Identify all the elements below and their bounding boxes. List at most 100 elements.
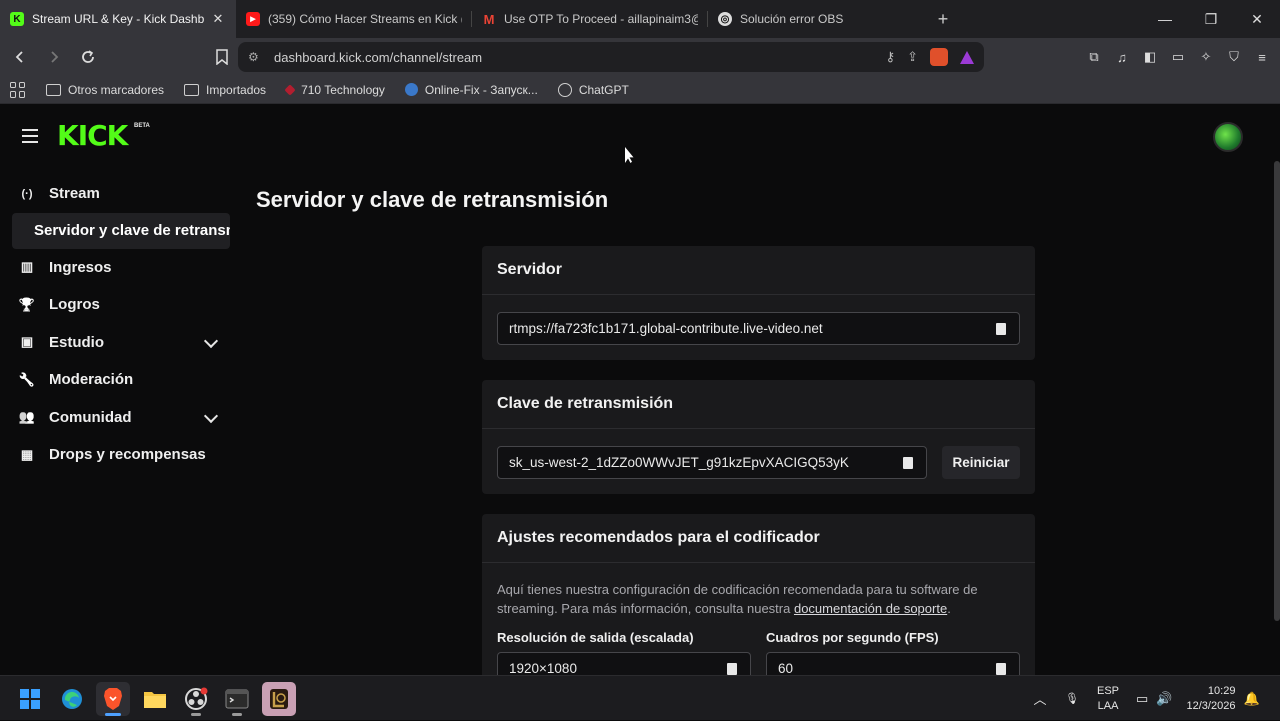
sidebar-item-estudio[interactable]: ▣ Estudio xyxy=(0,324,240,362)
reset-key-button[interactable]: Reiniciar xyxy=(942,446,1020,479)
kick-dashboard-page: KICK BETA (·) Stream Servidor y clave de… xyxy=(0,105,1280,685)
edge-taskbar-button[interactable] xyxy=(55,682,89,716)
community-icon: 👥 xyxy=(18,409,36,425)
site-settings-icon[interactable]: ⚙ xyxy=(248,50,270,64)
language-indicator[interactable]: ESP LAA xyxy=(1097,684,1119,714)
tab-kick-dashboard[interactable]: K Stream URL & Key - Kick Dashbo ✕ xyxy=(0,0,236,38)
folder-icon xyxy=(144,692,166,708)
fps-label: Cuadros por segundo (FPS) xyxy=(766,630,939,645)
bookmark-importados[interactable]: Importados xyxy=(184,83,266,97)
vpn-icon[interactable]: ⛉ xyxy=(1224,47,1244,67)
network-icon[interactable]: ▭ xyxy=(1136,691,1148,707)
bookmark-icon xyxy=(216,49,228,65)
sidebar-item-moderacion[interactable]: 🔧 Moderación xyxy=(0,361,240,399)
obs-taskbar-button[interactable] xyxy=(179,682,213,716)
support-docs-link[interactable]: documentación de soporte xyxy=(794,601,947,616)
mouse-cursor-icon xyxy=(625,147,634,163)
hamburger-menu-icon[interactable] xyxy=(22,129,38,147)
kick-logo[interactable]: KICK xyxy=(57,119,128,152)
brave-icon xyxy=(104,688,122,710)
sidebar-item-server-key[interactable]: Servidor y clave de retransmisión xyxy=(12,212,230,249)
wallet-icon[interactable]: ▭ xyxy=(1168,47,1188,67)
chevron-down-icon[interactable] xyxy=(203,408,219,423)
clock[interactable]: 10:29 12/3/2026 xyxy=(1187,684,1236,714)
site-favicon-icon xyxy=(404,83,418,96)
terminal-taskbar-button[interactable] xyxy=(220,682,254,716)
broadcast-icon: (·) xyxy=(21,187,33,200)
key-icon[interactable]: ⚷ xyxy=(886,49,896,65)
encoder-card-title: Ajustes recomendados para el codificador xyxy=(482,514,1035,563)
server-card: Servidor rtmps://fa723fc1b171.global-con… xyxy=(482,246,1035,360)
chevron-up-icon[interactable]: ︿ xyxy=(1030,689,1050,708)
page-scrollbar[interactable] xyxy=(1274,161,1280,621)
tab-close-icon[interactable]: ✕ xyxy=(210,11,226,27)
sidebar-item-ingresos[interactable]: ▥ Ingresos xyxy=(0,249,240,287)
sidebar-item-stream[interactable]: (·) Stream xyxy=(0,175,240,213)
sidebar-item-drops[interactable]: ▦ Drops y recompensas xyxy=(0,436,240,474)
reader-mode-icon[interactable]: ⧉ xyxy=(1084,47,1104,67)
toolbar-right-icons: ⧉ ♫ ◧ ▭ ✧ ⛉ ≡ xyxy=(1084,38,1272,76)
minimize-button[interactable]: — xyxy=(1142,0,1188,38)
reload-icon xyxy=(82,50,94,63)
site-favicon-icon xyxy=(284,83,296,96)
drops-icon: ▦ xyxy=(20,446,34,462)
copy-icon[interactable] xyxy=(900,454,913,469)
file-explorer-taskbar-button[interactable] xyxy=(138,682,172,716)
tab-gmail[interactable]: M Use OTP To Proceed - aillapinaim3@ xyxy=(472,0,708,38)
tab-title: Stream URL & Key - Kick Dashbo xyxy=(32,12,204,26)
sidebar-item-comunidad[interactable]: 👥 Comunidad xyxy=(0,399,240,437)
windows-start-button[interactable] xyxy=(13,682,47,716)
back-button[interactable] xyxy=(6,43,34,71)
encoder-settings-card: Ajustes recomendados para el codificador… xyxy=(482,514,1035,685)
league-taskbar-button[interactable] xyxy=(262,682,296,716)
brave-shields-icon[interactable] xyxy=(930,48,948,66)
apps-grid-icon[interactable] xyxy=(10,81,26,98)
sidebar-item-logros[interactable]: 🏆 Logros xyxy=(0,286,240,324)
brave-rewards-icon[interactable] xyxy=(960,50,974,64)
user-avatar[interactable] xyxy=(1213,122,1243,152)
resolution-label: Resolución de salida (escalada) xyxy=(497,630,694,645)
page-title: Servidor y clave de retransmisión xyxy=(256,187,609,212)
copy-icon[interactable] xyxy=(993,320,1006,335)
leo-ai-icon[interactable]: ✧ xyxy=(1196,47,1216,67)
url-text[interactable]: dashboard.kick.com/channel/stream xyxy=(274,50,482,65)
forward-button[interactable] xyxy=(40,43,68,71)
tab-title: (359) Cómo Hacer Streams en Kick (C xyxy=(268,12,462,26)
running-indicator xyxy=(191,713,201,716)
window-controls: — ❐ ✕ xyxy=(1142,0,1280,38)
reload-button[interactable] xyxy=(74,43,102,71)
close-window-button[interactable]: ✕ xyxy=(1234,0,1280,38)
bookmark-chatgpt[interactable]: ChatGPT xyxy=(557,82,629,97)
terminal-icon xyxy=(225,689,249,709)
stream-key-field[interactable]: sk_us-west-2_1dZZo0WWvJET_g91kzEpvXACIGQ… xyxy=(497,446,927,479)
copy-icon[interactable] xyxy=(724,660,737,675)
bookmarks-bar: Otros marcadores Importados 710 Technolo… xyxy=(0,76,1280,104)
volume-icon[interactable]: 🔊 xyxy=(1156,691,1172,707)
chevron-down-icon[interactable] xyxy=(203,333,219,348)
sidebar-icon[interactable]: ◧ xyxy=(1140,47,1160,67)
bookmark-710-technology[interactable]: 710 Technology xyxy=(284,83,385,97)
windows-logo-icon xyxy=(20,689,40,709)
windows-taskbar: ︿ 🎙 ESP LAA ▭ 🔊 10:29 12/3/2026 🔔 xyxy=(0,675,1280,720)
copy-icon[interactable] xyxy=(993,660,1006,675)
chart-icon: ▥ xyxy=(20,259,34,275)
maximize-button[interactable]: ❐ xyxy=(1188,0,1234,38)
running-indicator xyxy=(232,713,242,716)
address-bar[interactable]: ⚙ dashboard.kick.com/channel/stream ⚷ ⇪ xyxy=(238,42,984,72)
server-url-field[interactable]: rtmps://fa723fc1b171.global-contribute.l… xyxy=(497,312,1020,345)
bookmark-page-button[interactable] xyxy=(208,43,236,71)
menu-icon[interactable]: ≡ xyxy=(1252,47,1272,67)
wrench-icon: 🔧 xyxy=(18,371,36,387)
tab-youtube[interactable]: ▶ (359) Cómo Hacer Streams en Kick (C xyxy=(236,0,472,38)
tab-obs-error[interactable]: ◎ Solución error OBS xyxy=(708,0,926,38)
share-icon[interactable]: ⇪ xyxy=(907,49,918,65)
forward-arrow-icon xyxy=(51,51,59,63)
microphone-icon[interactable]: 🎙 xyxy=(1062,692,1082,705)
bookmark-otros-marcadores[interactable]: Otros marcadores xyxy=(46,83,164,97)
notification-bell-icon[interactable]: 🔔 xyxy=(1243,691,1259,707)
media-icon[interactable]: ♫ xyxy=(1112,47,1132,67)
bookmark-online-fix[interactable]: Online-Fix - Запуск... xyxy=(404,83,538,97)
stream-key-card: Clave de retransmisión sk_us-west-2_1dZZ… xyxy=(482,380,1035,494)
new-tab-button[interactable]: + xyxy=(928,9,958,30)
brave-taskbar-button[interactable] xyxy=(96,682,130,716)
